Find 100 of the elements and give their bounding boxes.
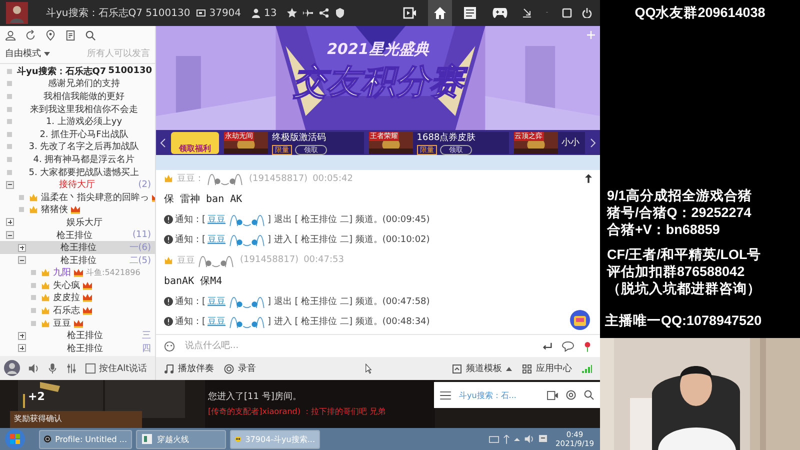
- record-icon: [224, 364, 234, 374]
- overlay-text: 猪号/合猪Q：29252274: [607, 204, 752, 221]
- chat-bubble-icon[interactable]: [561, 340, 575, 352]
- speaker-icon[interactable]: [524, 434, 534, 444]
- info-icon: [164, 296, 173, 306]
- expand-icon[interactable]: [18, 332, 26, 340]
- download-icon[interactable]: [522, 8, 532, 18]
- collapse-icon[interactable]: [18, 256, 26, 264]
- user-item[interactable]: 温柔在丶指尖肆意的回眸っ: [0, 190, 155, 204]
- notice-item[interactable]: 斗yu搜索：石乐志Q7 5100130: [0, 65, 155, 78]
- expand-icon[interactable]: [6, 218, 14, 226]
- person-icon[interactable]: [5, 30, 16, 40]
- keyboard-icon[interactable]: [488, 436, 499, 442]
- user-item[interactable]: 石乐志: [0, 304, 155, 317]
- share-icon[interactable]: [318, 8, 329, 18]
- network-icon[interactable]: [502, 434, 510, 444]
- bullet-icon: [7, 106, 12, 112]
- location-icon[interactable]: [45, 30, 56, 40]
- channel-item[interactable]: 枪王排位 二(5): [0, 254, 155, 266]
- template-button[interactable]: 频道模板: [452, 362, 512, 375]
- notice-item[interactable]: 感谢兄弟们的支持: [0, 78, 155, 90]
- refresh-icon[interactable]: [25, 30, 36, 40]
- channel-name: 5. 大家都要把战队遗憾买上: [28, 166, 140, 179]
- user-item[interactable]: 豆豆: [0, 316, 155, 330]
- shield-icon[interactable]: [334, 8, 345, 18]
- channel-item[interactable]: 娱乐大厅: [0, 216, 155, 229]
- user-link[interactable]: 豆豆: [208, 294, 226, 308]
- user-item[interactable]: 九阳 斗鱼:5421896: [0, 266, 155, 280]
- collapse-icon[interactable]: [6, 180, 14, 189]
- user-item[interactable]: 皮皮拉: [0, 292, 155, 304]
- rank-icon: [164, 174, 173, 183]
- notice-item[interactable]: 1. 上游戏必须上yy: [0, 115, 155, 128]
- music-button[interactable]: 播放伴奏: [164, 362, 214, 375]
- star-icon[interactable]: [286, 8, 297, 18]
- emoji-icon[interactable]: [164, 340, 175, 352]
- info-icon: [164, 235, 173, 244]
- expand-icon[interactable]: [18, 244, 26, 252]
- channel-item[interactable]: 枪王排位 三: [0, 329, 155, 342]
- plane-icon[interactable]: [302, 8, 313, 18]
- chevron-right-icon[interactable]: [590, 138, 596, 148]
- user-item[interactable]: 猪猪侠: [0, 204, 155, 216]
- notice-item[interactable]: 我相信我能做的更好: [0, 90, 155, 103]
- list-icon: [463, 6, 477, 20]
- notice-text: ] 进入 [ 枪王排位 二] 频道。(00:10:02): [268, 234, 430, 246]
- user-item[interactable]: 失心疯: [0, 279, 155, 292]
- channel-item[interactable]: 接待大厅 (2): [0, 178, 155, 191]
- avatar-icon[interactable]: [6, 2, 28, 24]
- user-link[interactable]: 豆豆: [208, 233, 226, 246]
- bullet-icon: [7, 119, 12, 124]
- document-icon[interactable]: [65, 30, 76, 40]
- bullet-icon: [19, 194, 24, 200]
- notice-item[interactable]: 2. 抓住开心马F出战队: [0, 128, 155, 141]
- music-note-icon: [164, 364, 174, 374]
- chevron-left-icon[interactable]: [160, 138, 166, 148]
- start-button[interactable]: [5, 429, 25, 449]
- gift-box-icon[interactable]: [570, 310, 590, 330]
- collapse-icon[interactable]: [6, 231, 14, 240]
- channel-name: 3. 先改了名字之后再加战队: [28, 140, 140, 154]
- channel-title: 斗yu搜索：石乐志Q7 5100130: [46, 6, 190, 20]
- search-icon[interactable]: [584, 390, 594, 400]
- power-icon[interactable]: [582, 8, 592, 18]
- channel-item[interactable]: 枪王排位 (11): [0, 228, 155, 242]
- pin-icon[interactable]: [585, 174, 592, 183]
- notice-item[interactable]: 3. 先改了名字之后再加战队: [0, 140, 155, 154]
- maximize-icon[interactable]: [562, 8, 572, 18]
- user-name: 石乐志: [53, 304, 80, 318]
- caret-up-icon[interactable]: [514, 437, 520, 441]
- message-text: banAK 保M4: [164, 274, 222, 288]
- channel-name: 1. 上游戏必须上yy: [44, 116, 124, 128]
- member-count: 13: [264, 8, 277, 18]
- flower-icon[interactable]: [583, 340, 592, 352]
- notice-item[interactable]: 5. 大家都要把战队遗憾买上: [0, 166, 155, 178]
- app-center-button[interactable]: 应用中心: [522, 362, 572, 375]
- avatar-icon[interactable]: [4, 360, 20, 376]
- menu-icon[interactable]: [440, 390, 451, 400]
- search-icon[interactable]: [85, 30, 96, 40]
- record-button[interactable]: 录音: [224, 362, 256, 375]
- member-count: 5100130: [108, 66, 152, 76]
- enter-icon[interactable]: [542, 340, 553, 352]
- notice-label: 通知：[: [175, 234, 206, 246]
- microphone-icon[interactable]: [47, 362, 58, 374]
- video-icon[interactable]: [547, 390, 558, 400]
- promo-card[interactable]: 领取福利: [171, 132, 219, 154]
- home-button[interactable]: [428, 0, 452, 26]
- message-input[interactable]: 说点什么吧...: [183, 340, 534, 352]
- user-link[interactable]: 豆豆: [208, 212, 226, 226]
- user-link[interactable]: 豆豆: [208, 314, 226, 328]
- equalizer-icon[interactable]: [66, 362, 77, 374]
- mode-dropdown[interactable]: 自由模式: [5, 47, 50, 60]
- expand-icon[interactable]: [18, 344, 26, 352]
- notice-item[interactable]: 4. 拥有神马都是浮云名片: [0, 153, 155, 166]
- channel-item[interactable]: 枪王排位 一(6): [0, 241, 155, 254]
- bullet-icon: [31, 295, 36, 300]
- notice-item[interactable]: 来到我这里我相信你不会走: [0, 102, 155, 116]
- channel-item[interactable]: 枪王排位 四: [0, 342, 155, 355]
- face-drawing: [206, 171, 244, 186]
- speaker-icon[interactable]: [28, 362, 39, 374]
- flag-icon[interactable]: [538, 434, 548, 444]
- settings-icon[interactable]: [566, 390, 576, 400]
- home-icon: [433, 6, 447, 20]
